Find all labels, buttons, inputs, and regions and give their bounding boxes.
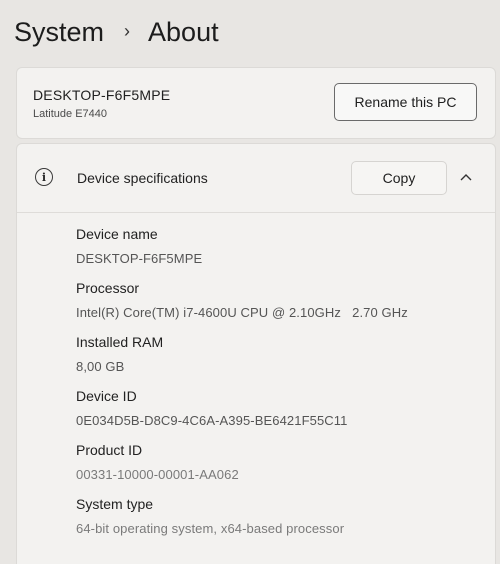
- page-title: About: [148, 16, 219, 47]
- spec-list: Device name DESKTOP-F6F5MPE Processor In…: [76, 224, 486, 548]
- copy-button[interactable]: Copy: [351, 161, 447, 195]
- info-icon: i: [35, 168, 53, 186]
- pc-name: DESKTOP-F6F5MPE: [33, 87, 171, 103]
- pc-name-card: DESKTOP-F6F5MPE Latitude E7440 Rename th…: [16, 67, 496, 139]
- chevron-up-icon[interactable]: [457, 170, 475, 184]
- rename-pc-button[interactable]: Rename this PC: [334, 83, 477, 121]
- device-specifications-card: i Device specifications Copy Device name…: [16, 143, 496, 564]
- pc-model: Latitude E7440: [33, 108, 108, 120]
- spec-value-product-id: 00331-10000-00001-AA062: [76, 467, 239, 482]
- spec-value-installed-ram: 8,00 GB: [76, 359, 125, 374]
- spec-label-installed-ram: Installed RAM: [76, 334, 164, 350]
- spec-label-processor: Processor: [76, 280, 140, 296]
- spec-label-device-name: Device name: [76, 226, 158, 242]
- spec-value-system-type: 64-bit operating system, x64-based proce…: [76, 521, 345, 536]
- spec-value-device-id: 0E034D5B-D8C9-4C6A-A395-BE6421F55C11: [76, 413, 348, 428]
- chevron-right-icon: ›: [124, 20, 131, 41]
- spec-label-product-id: Product ID: [76, 442, 143, 458]
- spec-label-system-type: System type: [76, 496, 154, 512]
- breadcrumb-parent[interactable]: System: [14, 17, 104, 48]
- device-specifications-title: Device specifications: [77, 170, 208, 186]
- spec-value-processor: Intel(R) Core(TM) i7-4600U CPU @ 2.10GHz…: [76, 305, 408, 320]
- spec-value-device-name: DESKTOP-F6F5MPE: [76, 251, 203, 266]
- breadcrumb: System › About: [14, 10, 219, 54]
- spec-label-device-id: Device ID: [76, 388, 137, 404]
- device-specifications-header[interactable]: i Device specifications Copy: [17, 144, 495, 213]
